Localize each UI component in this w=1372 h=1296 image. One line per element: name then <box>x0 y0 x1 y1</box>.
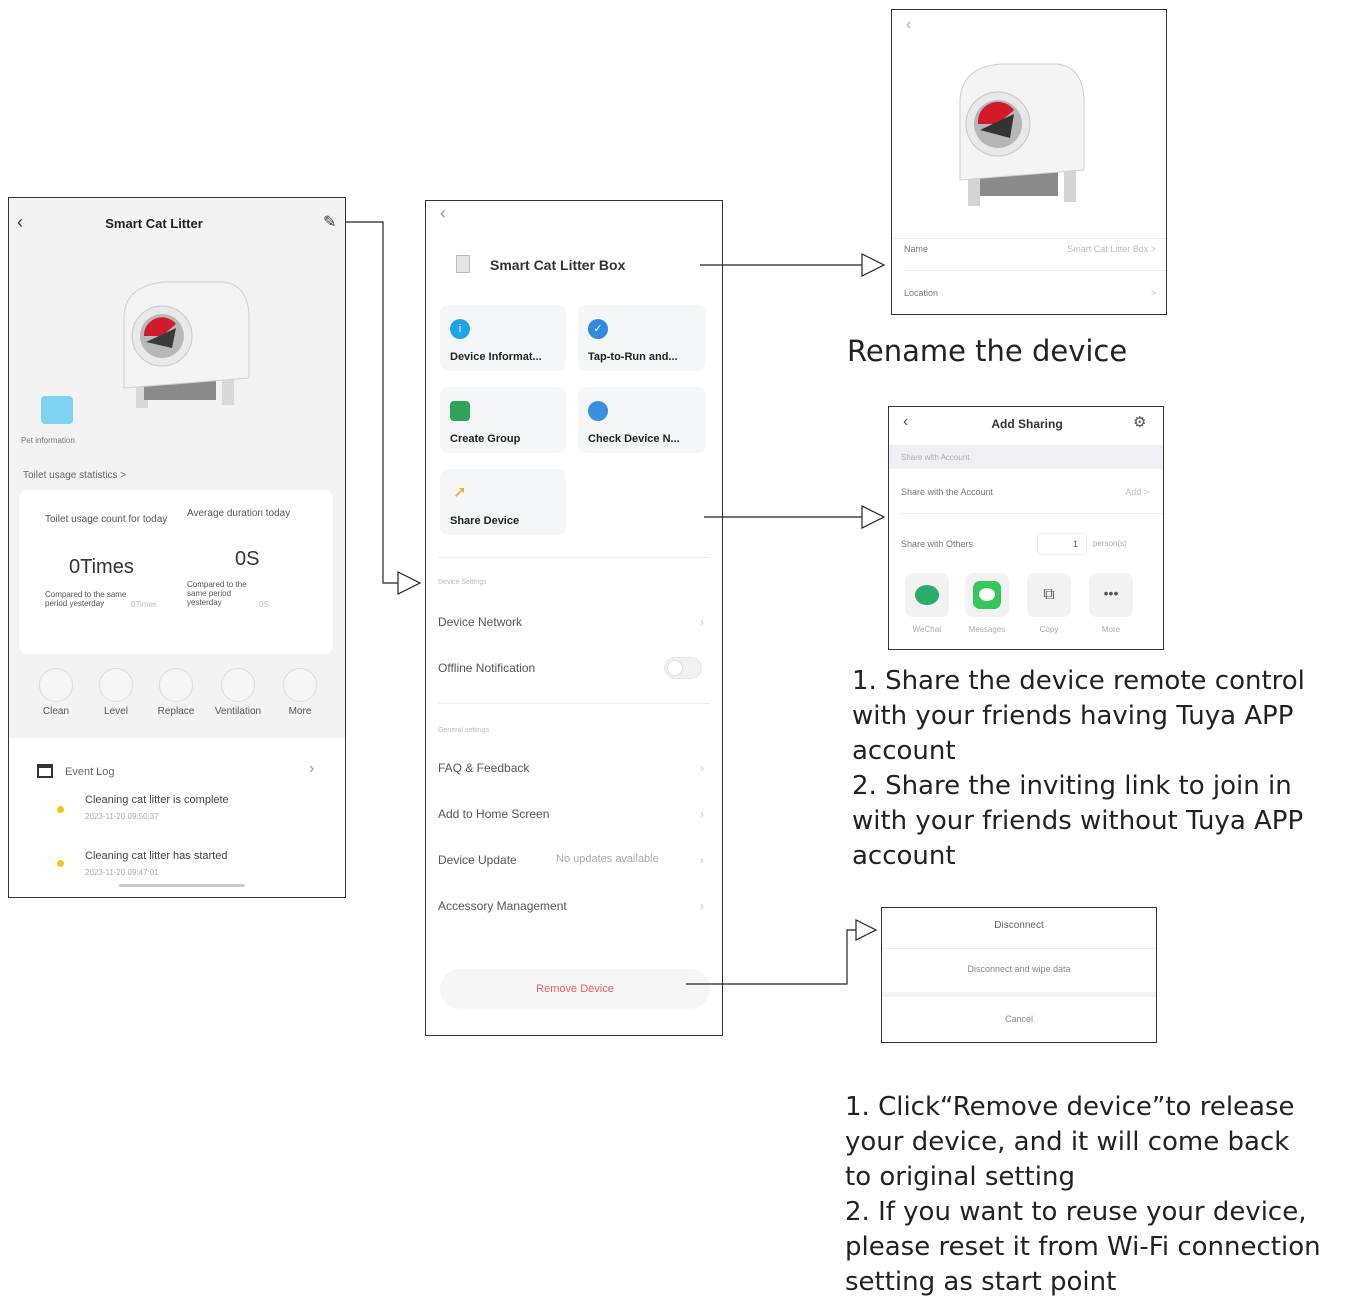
arrowhead <box>855 919 878 941</box>
arrowhead <box>861 505 886 529</box>
connector-arrows <box>346 221 886 985</box>
arrowhead <box>397 571 422 595</box>
arrow-edit-to-settings <box>346 221 398 584</box>
arrowhead <box>861 253 886 277</box>
arrow-remove-to-sheet <box>686 929 856 985</box>
